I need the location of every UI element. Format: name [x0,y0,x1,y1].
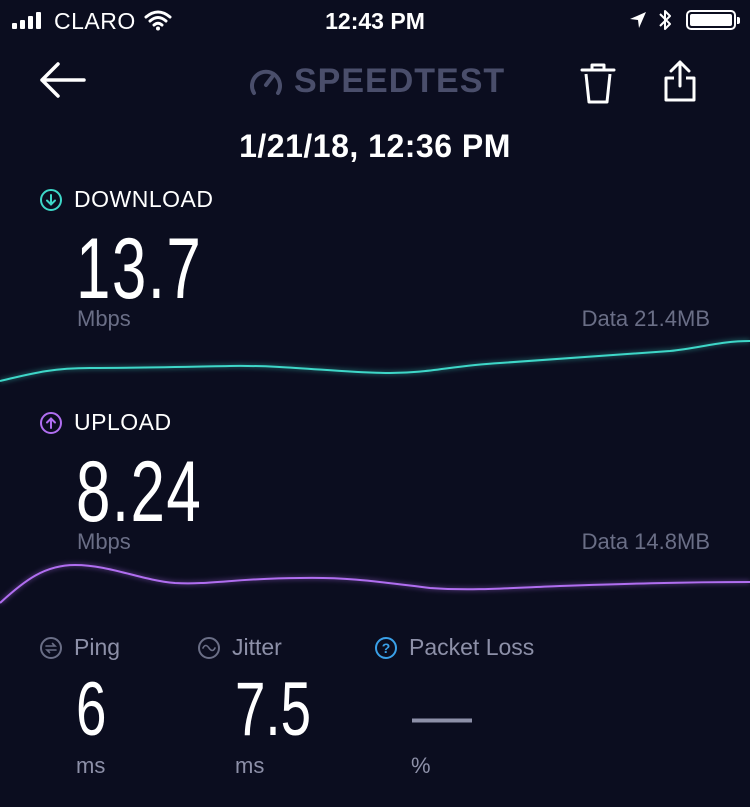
download-label: DOWNLOAD [74,186,214,212]
location-arrow-icon [628,10,648,35]
logo-text: SPEEDTEST [294,62,506,100]
trash-icon [580,63,616,104]
download-header: DOWNLOAD [40,186,213,213]
test-datetime: 1/21/18, 12:36 PM [239,128,511,164]
bluetooth-icon [656,8,674,37]
back-button[interactable] [36,60,96,110]
jitter-label: Jitter [232,634,282,660]
question-mark-icon[interactable]: ? [375,636,397,659]
ping-label: Ping [74,634,121,660]
upload-value: 8.24 [76,444,203,540]
ping-unit: ms [76,753,106,778]
packet-loss-value: — [412,682,472,749]
status-bar: CLARO 12:43 PM [0,0,750,40]
jitter-header: Jitter [198,634,282,661]
upload-header: UPLOAD [40,409,172,436]
speedometer-icon [250,69,282,95]
back-arrow-icon [40,62,86,98]
jitter-unit: ms [235,753,265,778]
delete-button[interactable] [576,60,626,110]
ping-value: 6 [76,667,107,752]
upload-unit: Mbps [77,529,131,554]
download-speed-graph [0,339,750,383]
upload-label: UPLOAD [74,409,172,435]
share-icon [664,60,696,102]
packet-loss-unit: % [411,753,431,778]
download-value: 13.7 [76,221,203,317]
packet-loss-header[interactable]: ? Packet Loss [375,634,534,661]
download-arrow-icon [40,188,62,211]
download-data-size: Data 21.4MB [581,306,710,331]
ping-header: Ping [40,634,120,661]
battery-icon [686,10,740,30]
download-unit: Mbps [77,306,131,331]
ping-icon [40,636,62,659]
jitter-wave-icon [198,636,220,659]
share-button[interactable] [660,58,710,108]
upload-arrow-icon [40,411,62,434]
upload-speed-graph [0,562,750,605]
upload-data-size: Data 14.8MB [581,529,710,554]
packet-loss-label: Packet Loss [409,634,535,660]
speedtest-logo: SPEEDTEST [248,62,505,101]
jitter-value: 7.5 [235,667,312,752]
